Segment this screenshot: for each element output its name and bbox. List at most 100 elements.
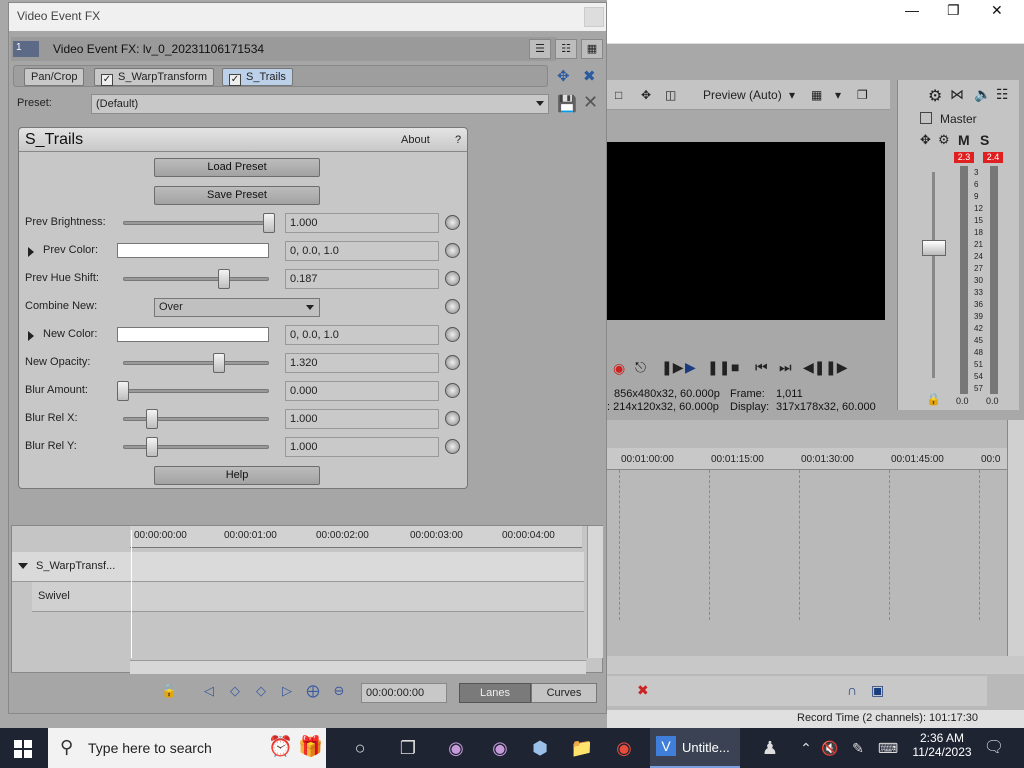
app-icon[interactable]: ◉	[444, 736, 468, 760]
stop-icon[interactable]: ■	[731, 359, 739, 375]
close-icon[interactable]: ✕	[991, 2, 1003, 19]
minimize-icon[interactable]: —	[905, 2, 919, 18]
param-value-field[interactable]: 0, 0.0, 1.0	[285, 241, 439, 261]
param-value-field[interactable]: 0, 0.0, 1.0	[285, 325, 439, 345]
chain-item-pan-crop[interactable]: Pan/Crop	[24, 68, 85, 86]
solo-button[interactable]: S	[980, 132, 989, 148]
taskbar-clock[interactable]: 2:36 AM 11/24/2023	[910, 731, 974, 759]
app-icon[interactable]: ◉	[488, 736, 512, 760]
volume-fader[interactable]	[922, 240, 946, 256]
chevron-up-icon[interactable]: ⌃	[794, 736, 818, 760]
record-icon[interactable]: ◉	[613, 360, 625, 377]
track-swivel[interactable]: Swivel	[32, 582, 584, 612]
view-list-icon[interactable]: ☰	[529, 39, 551, 59]
pen-icon[interactable]: ✎	[846, 736, 870, 760]
param-slider-thumb[interactable]	[117, 381, 129, 401]
param-slider-track[interactable]	[123, 361, 269, 365]
param-slider-thumb[interactable]	[146, 409, 158, 429]
preview-tool-icon[interactable]: □	[615, 88, 622, 102]
add-keyframe-icon[interactable]: ⨁	[305, 683, 321, 699]
param-slider-track[interactable]	[123, 277, 269, 281]
pan-icon[interactable]: ✥	[920, 132, 931, 148]
load-preset-button[interactable]: Load Preset	[154, 158, 320, 177]
windows-start-icon[interactable]	[14, 740, 32, 758]
notifications-icon[interactable]: 🗨	[982, 736, 1006, 760]
restore-icon[interactable]: ❐	[947, 2, 960, 19]
collapse-icon[interactable]	[18, 563, 28, 569]
playhead[interactable]	[131, 530, 132, 658]
save-preset-button[interactable]: Save Preset	[154, 186, 320, 205]
play-from-start-icon[interactable]: ❚▶	[661, 359, 684, 376]
lanes-button[interactable]: Lanes	[459, 683, 531, 703]
fx-gear-icon[interactable]: ⚙	[938, 132, 950, 148]
plugin-chain-icon[interactable]: ✥	[557, 67, 570, 85]
next-frame-icon[interactable]: ❚▶	[825, 359, 848, 376]
move-icon[interactable]: ✥	[641, 88, 651, 102]
chevron-down-icon[interactable]: ▾	[835, 88, 841, 102]
about-link[interactable]: About	[401, 134, 430, 146]
param-value-field[interactable]: 1.320	[285, 353, 439, 373]
track-warp-transform[interactable]: S_WarpTransf...	[12, 552, 584, 582]
param-value-field[interactable]: 0.187	[285, 269, 439, 289]
cortana-icon[interactable]: ○	[348, 736, 372, 760]
preview-quality-dropdown[interactable]: Preview (Auto)	[703, 88, 782, 102]
help-button[interactable]: Help	[154, 466, 320, 485]
delete-preset-icon[interactable]: ✕	[583, 92, 598, 113]
param-slider-track[interactable]	[123, 389, 269, 393]
param-value-field[interactable]: 1.000	[285, 213, 439, 233]
file-explorer-icon[interactable]: 📁	[570, 736, 594, 760]
auto-ripple-icon[interactable]: ▣	[871, 682, 884, 699]
remove-plugin-icon[interactable]: ✖	[583, 67, 596, 85]
expand-icon[interactable]	[28, 331, 34, 341]
param-slider-track[interactable]	[123, 445, 269, 449]
prev-frame-icon[interactable]: ◀❚	[803, 359, 826, 376]
color-swatch[interactable]	[117, 243, 269, 258]
check-icon[interactable]: ✓	[229, 74, 241, 86]
taskbar-active-app[interactable]: V Untitle...	[650, 728, 740, 768]
last-keyframe-icon[interactable]: ▷	[279, 683, 295, 699]
copy-icon[interactable]: ❐	[857, 88, 868, 102]
fx-close-button[interactable]	[584, 7, 604, 27]
insert-icon[interactable]: ⋈	[950, 86, 964, 103]
keyframe-stopwatch-icon[interactable]	[445, 215, 460, 230]
go-to-end-icon[interactable]: ⏭	[779, 359, 792, 376]
keyframe-stopwatch-icon[interactable]	[445, 299, 460, 314]
keyframe-stopwatch-icon[interactable]	[445, 243, 460, 258]
grid-icon[interactable]: ▦	[811, 88, 822, 102]
loop-icon[interactable]: ⎋	[635, 359, 646, 376]
keyframe-stopwatch-icon[interactable]	[445, 383, 460, 398]
param-slider-track[interactable]	[123, 221, 269, 225]
check-icon[interactable]: ✓	[101, 74, 113, 86]
chain-item-s-trails[interactable]: ✓ S_Trails	[222, 68, 293, 86]
combine-dropdown[interactable]: Over	[154, 298, 320, 317]
keyframe-stopwatch-icon[interactable]	[445, 411, 460, 426]
color-swatch[interactable]	[117, 327, 269, 342]
taskbar-search[interactable]: ⚲ Type here to search ⏰ 🎁	[48, 728, 326, 768]
delete-icon[interactable]: ✖	[637, 682, 649, 699]
timeline-area[interactable]: 00:01:00:00 00:01:15:00 00:01:30:00 00:0…	[607, 420, 1024, 710]
chevron-down-icon[interactable]: ▾	[789, 88, 795, 102]
param-value-field[interactable]: 0.000	[285, 381, 439, 401]
go-to-start-icon[interactable]: ⏮	[755, 359, 768, 376]
timeline-vscroll[interactable]	[1007, 420, 1024, 656]
param-slider-thumb[interactable]	[213, 353, 225, 373]
save-preset-icon[interactable]: 💾	[557, 94, 577, 114]
param-slider-thumb[interactable]	[263, 213, 275, 233]
task-view-icon[interactable]: ❐	[396, 736, 420, 760]
prev-keyframe-icon[interactable]: ◇	[227, 683, 243, 699]
lock-icon[interactable]: 🔒	[161, 683, 177, 699]
people-icon[interactable]: ♟	[758, 736, 782, 760]
tune-icon[interactable]: ☷	[996, 86, 1009, 103]
split-icon[interactable]: ◫	[665, 88, 676, 102]
chain-item-warp-transform[interactable]: ✓ S_WarpTransform	[94, 68, 215, 86]
time-field[interactable]: 00:00:00:00	[361, 683, 447, 703]
param-value-field[interactable]: 1.000	[285, 409, 439, 429]
chrome-icon[interactable]: ◉	[612, 736, 636, 760]
volume-muted-icon[interactable]: 🔇	[818, 736, 842, 760]
param-slider-thumb[interactable]	[146, 437, 158, 457]
keyframe-stopwatch-icon[interactable]	[445, 439, 460, 454]
preset-dropdown[interactable]: (Default)	[91, 94, 549, 114]
view-grid-icon[interactable]: ▦	[581, 39, 603, 59]
keyframe-ruler[interactable]: 00:00:00:00 00:00:01:00 00:00:02:00 00:0…	[130, 526, 582, 548]
next-keyframe-icon[interactable]: ◇	[253, 683, 269, 699]
